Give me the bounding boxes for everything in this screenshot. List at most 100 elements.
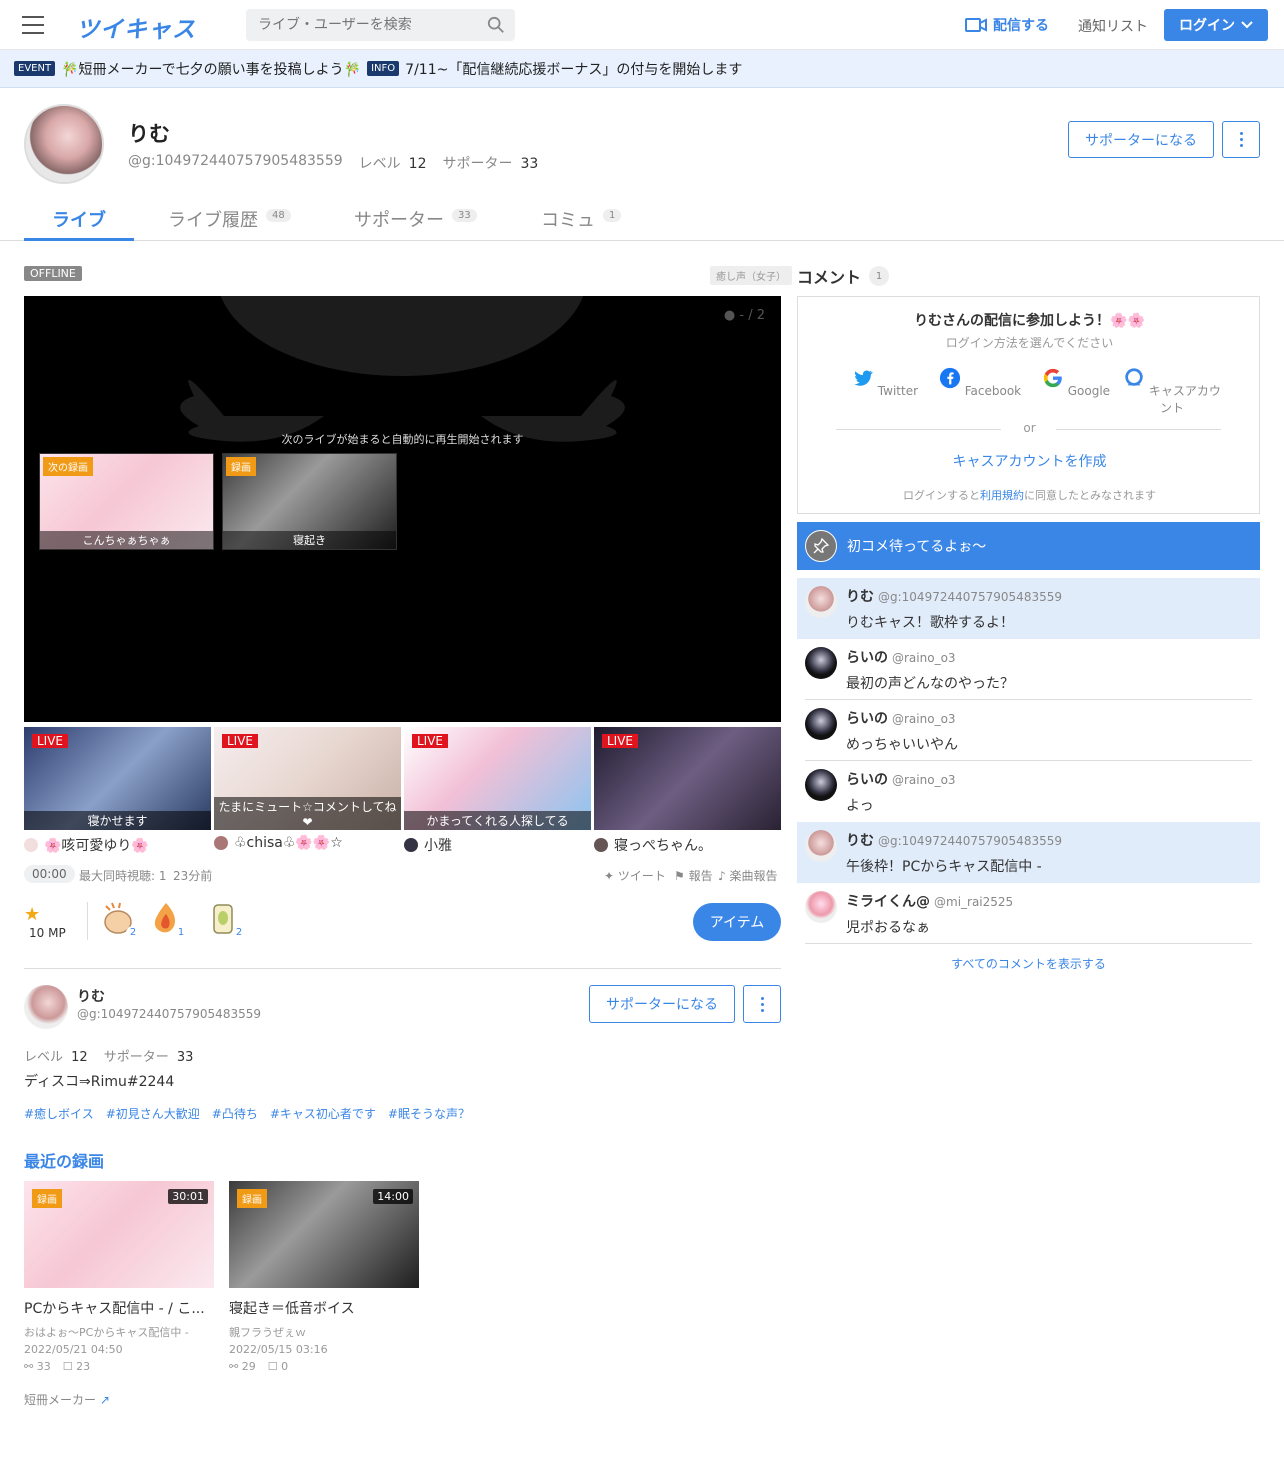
recording-card[interactable]: 録画 14:00 寝起き＝低音ボイス 親フラうぜぇｗ 2022/05/15 03… [229, 1181, 419, 1373]
hashtag-link[interactable]: #初見さん大歓迎 [106, 1105, 200, 1122]
hashtag-link[interactable]: #キャス初心者です [270, 1105, 376, 1122]
login-title: りむさんの配信に参加しよう！🌸🌸 [914, 313, 1145, 329]
site-logo[interactable]: ツイキャス [76, 10, 196, 44]
commenter-name[interactable]: らいの [846, 711, 888, 727]
external-link-icon: ↗ [99, 1393, 110, 1407]
login-button[interactable]: ログイン [1164, 9, 1268, 41]
more-menu-button[interactable] [1222, 121, 1260, 158]
tweet-label: ツイート [617, 869, 666, 883]
show-all-comments-link[interactable]: すべてのコメントを表示する [797, 955, 1260, 972]
tweet-link[interactable]: ✦ ツイート [604, 867, 666, 884]
tab-live[interactable]: ライブ [24, 198, 134, 241]
facebook-login-button[interactable]: Facebook [930, 367, 1030, 398]
commenter-avatar[interactable] [805, 586, 837, 618]
commenter-name[interactable]: らいの [846, 650, 888, 666]
commenter: らいの @raino_o3 [846, 647, 956, 667]
live-card[interactable]: LIVE たまにミュート☆コメントしてね❤ ♧chisa♧🌸🌸☆ [214, 727, 401, 851]
broadcast-label: 配信する [993, 18, 1049, 34]
divider [87, 902, 88, 940]
live-card[interactable]: LIVE 寝かせます 🌸咳可愛ゆり🌸 [24, 727, 211, 855]
search-input[interactable] [246, 9, 476, 41]
tab-supporters[interactable]: サポーター 33 [354, 198, 477, 241]
commenter-name[interactable]: らいの [846, 772, 888, 788]
recording-title: PCからキャス配信中 - / こ... [24, 1301, 205, 1317]
bio-name: りむ [77, 989, 105, 1005]
google-icon [1043, 368, 1062, 388]
video-player[interactable]: ● - / 2 次のライブが始まると自動的に再生開始されます 次の録画 こんちゃ… [24, 296, 781, 722]
become-supporter-button[interactable]: サポーターになる [1068, 121, 1214, 158]
hashtag-link[interactable]: #癒しボイス [24, 1105, 94, 1122]
max-viewers: 最大同時視聴: 1 [79, 869, 167, 883]
commenter-name[interactable]: りむ [846, 833, 874, 849]
clap-icon[interactable]: 2 [100, 900, 140, 940]
tanzaku-label: 短冊メーカー [24, 1393, 97, 1407]
live-card[interactable]: LIVE 寝っぺちゃん。 [594, 727, 781, 855]
live-thumb: LIVE 寝かせます [24, 727, 211, 830]
pinned-text: 初コメ待ってるよぉ～ [847, 539, 987, 555]
facebook-label: Facebook [964, 384, 1022, 398]
bio-avatar[interactable] [24, 985, 68, 1029]
tab-community[interactable]: コミュ 1 [541, 198, 622, 241]
comment-text: よっ [846, 798, 874, 814]
info-link[interactable]: 7/11~「配信継続応援ボーナス」の付与を開始します [405, 59, 742, 79]
create-account-link[interactable]: キャスアカウントを作成 [798, 451, 1261, 471]
comment-item: らいの @raino_o3 よっ [797, 761, 1260, 822]
category-tag[interactable]: 癒し声（女子） [710, 266, 792, 285]
terms-link[interactable]: 利用規約 [980, 489, 1024, 502]
search-icon[interactable] [487, 16, 505, 34]
views-count: 33 [36, 1360, 51, 1373]
tab-live-history[interactable]: ライブ履歴 48 [168, 198, 291, 241]
commenter-avatar[interactable] [805, 647, 837, 679]
more-menu-button-2[interactable] [743, 985, 781, 1023]
tanzaku-maker-link[interactable]: 短冊メーカー ↗ [24, 1391, 110, 1408]
become-supporter-button-2[interactable]: サポーターになる [589, 985, 735, 1023]
live-user: 小雅 [404, 835, 591, 855]
recording-card[interactable]: 録画 30:01 PCからキャス配信中 - / こ... おはよぉ～PCからキャ… [24, 1181, 214, 1373]
broadcast-link[interactable]: 配信する [965, 15, 1049, 35]
twitter-login-button[interactable]: Twitter [835, 367, 935, 398]
menu-icon[interactable] [22, 16, 44, 34]
flame-icon[interactable]: 1 [148, 900, 188, 940]
profile-avatar[interactable] [24, 104, 104, 184]
viewer-count: ● - / 2 [724, 308, 765, 323]
hashtag-link[interactable]: #眠そうな声？ [388, 1105, 470, 1122]
bio-meta: レベル 12 サポーター 33 [24, 1046, 193, 1065]
music-report-link[interactable]: ♪ 楽曲報告 [718, 867, 778, 884]
duration-badge: 00:00 [24, 865, 75, 883]
google-login-button[interactable]: Google [1026, 367, 1126, 398]
commenter-avatar[interactable] [805, 830, 837, 862]
item-button[interactable]: アイテム [693, 903, 781, 941]
viewer-count-text: - / 2 [739, 308, 765, 323]
live-user: 🌸咳可愛ゆり🌸 [24, 835, 211, 855]
person-icon: ⚯ [229, 1360, 239, 1373]
hashtag-link[interactable]: #凸待ち [212, 1105, 258, 1122]
supporter-value: 33 [176, 1050, 194, 1065]
commenter-avatar[interactable] [805, 708, 837, 740]
commenter-name[interactable]: りむ [846, 589, 874, 605]
cas-account-login-button[interactable]: キャスアカウント [1122, 367, 1222, 416]
live-card[interactable]: LIVE かまってくれる人探してる 小雅 [404, 727, 591, 855]
tab-community-label: コミュ [541, 210, 595, 231]
tab-history-label: ライブ履歴 [168, 210, 258, 231]
profile-meta: @g:104972440757905483559 レベル 12 サポーター 33 [128, 153, 538, 173]
commenter-handle: @raino_o3 [892, 773, 956, 787]
live-badge: LIVE [222, 734, 259, 748]
report-label: 報告 [688, 869, 713, 883]
notify-list-link[interactable]: 通知リスト [1078, 16, 1148, 36]
live-thumb: LIVE [594, 727, 781, 830]
next-recording-thumb[interactable]: 次の録画 こんちゃぁちゃぁ [39, 453, 214, 550]
comment-text: りむキャス！歌枠するよ！ [846, 615, 1014, 631]
commenter-handle: @raino_o3 [892, 712, 956, 726]
commenter-avatar[interactable] [805, 891, 837, 923]
twitter-label: Twitter [877, 384, 919, 398]
comment-icon: ☐ [62, 1360, 73, 1373]
commenter-name[interactable]: ミライくん@ [846, 894, 930, 910]
views: ⚯ 29 [229, 1360, 256, 1373]
recording-thumb[interactable]: 録画 寝起き [222, 453, 397, 550]
terms-suffix: に同意したとみなされます [1024, 489, 1156, 502]
report-link[interactable]: ⚑ 報告 [674, 867, 713, 884]
commenter-avatar[interactable] [805, 769, 837, 801]
tea-icon[interactable]: 2 [206, 900, 246, 940]
event-link[interactable]: 🎋短冊メーカーで七夕の願い事を投稿しよう🎋 [61, 59, 361, 79]
tab-history-count: 48 [266, 209, 291, 222]
